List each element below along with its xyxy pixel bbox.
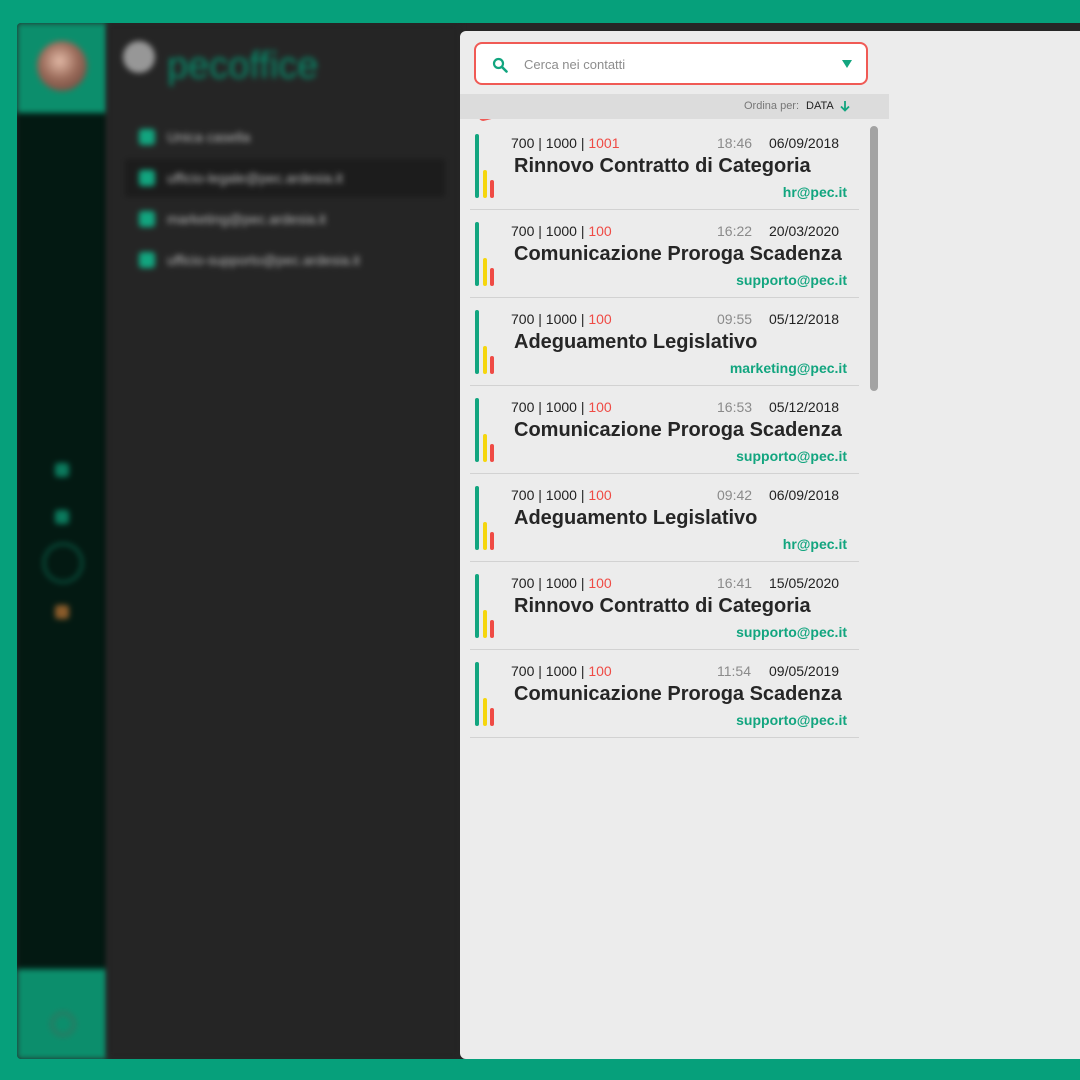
settings-area xyxy=(17,969,107,1059)
contact-search[interactable] xyxy=(474,42,868,85)
priority-bars-icon xyxy=(475,572,497,638)
checkbox-icon[interactable] xyxy=(139,129,155,145)
message-date: 09/05/2019 xyxy=(769,663,840,679)
message-sender[interactable]: supporto@pec.it xyxy=(736,712,847,728)
search-input[interactable] xyxy=(524,53,824,75)
navigation-rail xyxy=(17,23,107,1059)
message-subject: Comunicazione Proroga Scadenza xyxy=(514,419,842,441)
logo-icon xyxy=(123,41,155,73)
message-sender[interactable]: supporto@pec.it xyxy=(736,272,847,288)
message-counts: 700 | 1000 | 100 xyxy=(511,575,612,591)
priority-bars-icon xyxy=(475,308,497,374)
priority-bars-icon xyxy=(475,660,497,726)
sort-value[interactable]: DATA xyxy=(806,100,834,112)
message-time: 09:42 xyxy=(717,487,753,503)
message-counts: 700 | 1000 | 100 xyxy=(511,399,612,415)
message-date: 06/09/2018 xyxy=(769,487,840,503)
account-item[interactable]: ufficio-supporto@pec.ardesia.it xyxy=(125,241,445,279)
list-item[interactable]: 700 | 1000 | 1001 18:46 06/09/2018 Rinno… xyxy=(470,122,859,210)
avatar[interactable] xyxy=(37,41,87,91)
priority-bars-icon xyxy=(475,396,497,462)
account-label: ufficio-supporto@pec.ardesia.it xyxy=(167,252,360,268)
account-item[interactable]: marketing@pec.ardesia.it xyxy=(125,200,445,238)
message-date: 15/05/2020 xyxy=(769,575,840,591)
checkbox-icon[interactable] xyxy=(139,211,155,227)
message-counts: 700 | 1000 | 1001 xyxy=(511,135,620,151)
message-time: 11:54 xyxy=(717,663,751,679)
account-item[interactable]: Unica casella xyxy=(125,118,445,156)
message-sender[interactable]: hr@pec.it xyxy=(783,184,847,200)
message-sender[interactable]: supporto@pec.it xyxy=(736,448,847,464)
message-subject: Rinnovo Contratto di Categoria xyxy=(514,155,811,177)
message-time: 16:22 xyxy=(717,223,753,239)
account-label: ufficio-legale@pec.ardesia.it xyxy=(167,170,343,186)
list-item[interactable]: 700 | 1000 | 100 16:22 20/03/2020 Comuni… xyxy=(470,210,859,298)
message-counts: 700 | 1000 | 100 xyxy=(511,663,612,679)
message-time: 16:41 xyxy=(717,575,753,591)
priority-bars-icon xyxy=(475,484,497,550)
message-subject: Comunicazione Proroga Scadenza xyxy=(514,243,842,265)
message-time: 16:53 xyxy=(717,399,753,415)
sort-label: Ordina per: xyxy=(744,100,800,112)
message-date: 05/12/2018 xyxy=(769,311,840,327)
message-counts: 700 | 1000 | 100 xyxy=(511,487,612,503)
message-subject: Comunicazione Proroga Scadenza xyxy=(514,683,842,705)
message-date: 05/12/2018 xyxy=(769,399,840,415)
account-label: Unica casella xyxy=(167,129,251,145)
message-list: 700 | 1000 | 1001 18:46 06/09/2018 Rinno… xyxy=(470,122,859,738)
arrow-down-icon[interactable] xyxy=(840,100,850,112)
nav-circle-icon[interactable] xyxy=(43,543,83,583)
account-item[interactable]: ufficio-legale@pec.ardesia.it xyxy=(125,159,445,197)
list-item[interactable]: 700 | 1000 | 100 11:54 09/05/2019 Comuni… xyxy=(470,650,859,738)
message-date: 06/09/2018 xyxy=(769,135,840,151)
checkbox-icon[interactable] xyxy=(139,170,155,186)
message-counts: 700 | 1000 | 100 xyxy=(511,223,612,239)
accounts-panel: pecoffice Unica casella ufficio-legale@p… xyxy=(107,23,460,1059)
message-subject: Adeguamento Legislativo xyxy=(514,331,758,353)
message-time: 09:55 xyxy=(717,311,753,327)
priority-bars-icon xyxy=(475,220,497,286)
triangle-down-icon[interactable] xyxy=(842,60,852,68)
app-window: pecoffice Unica casella ufficio-legale@p… xyxy=(17,23,1080,1059)
account-label: marketing@pec.ardesia.it xyxy=(167,211,326,227)
nav-icon[interactable] xyxy=(55,463,69,477)
gear-icon[interactable] xyxy=(50,1011,76,1037)
list-item[interactable]: 700 | 1000 | 100 16:53 05/12/2018 Comuni… xyxy=(470,386,859,474)
message-list-pane: Ordina per: DATA 700 | 1000 | 1001 18:46… xyxy=(460,31,1080,1059)
brand-logo: pecoffice xyxy=(167,45,319,87)
sort-bar: Ordina per: DATA xyxy=(460,94,889,119)
nav-icon[interactable] xyxy=(55,605,69,619)
list-item[interactable]: 700 | 1000 | 100 09:42 06/09/2018 Adegua… xyxy=(470,474,859,562)
message-counts: 700 | 1000 | 100 xyxy=(511,311,612,327)
nav-icon[interactable] xyxy=(55,510,69,524)
message-date: 20/03/2020 xyxy=(769,223,840,239)
profile-area xyxy=(17,23,107,113)
message-subject: Rinnovo Contratto di Categoria xyxy=(514,595,811,617)
search-icon xyxy=(492,57,508,73)
message-sender[interactable]: marketing@pec.it xyxy=(730,360,847,376)
message-sender[interactable]: hr@pec.it xyxy=(783,536,847,552)
message-subject: Adeguamento Legislativo xyxy=(514,507,758,529)
priority-bars-icon xyxy=(475,132,497,198)
list-item[interactable]: 700 | 1000 | 100 16:41 15/05/2020 Rinnov… xyxy=(470,562,859,650)
checkbox-icon[interactable] xyxy=(139,252,155,268)
scrollbar[interactable] xyxy=(870,126,878,391)
message-sender[interactable]: supporto@pec.it xyxy=(736,624,847,640)
message-time: 18:46 xyxy=(717,135,753,151)
list-item[interactable]: 700 | 1000 | 100 09:55 05/12/2018 Adegua… xyxy=(470,298,859,386)
